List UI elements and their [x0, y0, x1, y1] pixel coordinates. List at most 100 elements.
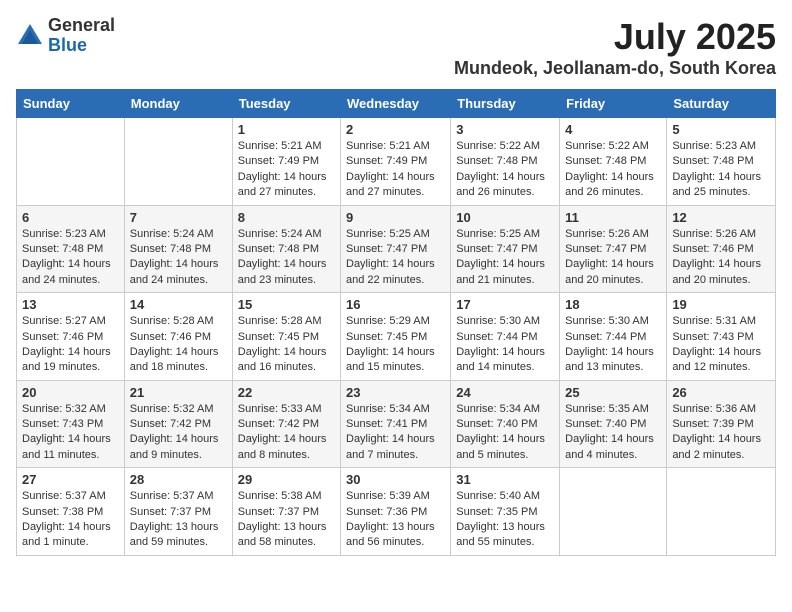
day-detail: Sunrise: 5:29 AMSunset: 7:45 PMDaylight:…	[346, 314, 445, 376]
day-detail: Sunrise: 5:37 AMSunset: 7:38 PMDaylight:…	[22, 489, 119, 551]
day-number: 30	[346, 472, 445, 487]
day-detail: Sunrise: 5:34 AMSunset: 7:41 PMDaylight:…	[346, 402, 445, 464]
day-detail: Sunrise: 5:40 AMSunset: 7:35 PMDaylight:…	[456, 489, 554, 551]
title-block: July 2025 Mundeok, Jeollanam-do, South K…	[454, 16, 776, 79]
logo-general: General	[48, 16, 115, 36]
calendar-cell: 11Sunrise: 5:26 AMSunset: 7:47 PMDayligh…	[560, 205, 667, 293]
calendar-cell: 6Sunrise: 5:23 AMSunset: 7:48 PMDaylight…	[17, 205, 125, 293]
day-detail: Sunrise: 5:38 AMSunset: 7:37 PMDaylight:…	[238, 489, 335, 551]
day-number: 12	[672, 210, 770, 225]
calendar-cell	[667, 468, 776, 556]
calendar-cell: 5 Sunrise: 5:23 AMSunset: 7:48 PMDaylight…	[667, 118, 776, 206]
day-number: 31	[456, 472, 554, 487]
day-detail: Sunrise: 5:22 AMSunset: 7:48 PMDaylight:…	[565, 139, 661, 201]
calendar-header-row: SundayMondayTuesdayWednesdayThursdayFrid…	[17, 90, 776, 118]
day-detail: Sunrise: 5:32 AMSunset: 7:42 PMDaylight:…	[130, 402, 227, 464]
day-detail: Sunrise: 5:31 AMSunset: 7:43 PMDaylight:…	[672, 314, 770, 376]
day-detail: Sunrise: 5:36 AMSunset: 7:39 PMDaylight:…	[672, 402, 770, 464]
calendar-cell	[17, 118, 125, 206]
day-number: 3	[456, 122, 554, 137]
weekday-header: Thursday	[451, 90, 560, 118]
day-detail: Sunrise: 5:39 AMSunset: 7:36 PMDaylight:…	[346, 489, 445, 551]
day-number: 19	[672, 297, 770, 312]
day-detail: Sunrise: 5:30 AMSunset: 7:44 PMDaylight:…	[565, 314, 661, 376]
day-number: 20	[22, 385, 119, 400]
day-number: 2	[346, 122, 445, 137]
day-number: 22	[238, 385, 335, 400]
calendar-cell: 1Sunrise: 5:21 AMSunset: 7:49 PMDaylight…	[232, 118, 340, 206]
calendar-cell: 2 Sunrise: 5:21 AMSunset: 7:49 PMDaylight…	[341, 118, 451, 206]
day-number: 8	[238, 210, 335, 225]
day-number: 14	[130, 297, 227, 312]
weekday-header: Friday	[560, 90, 667, 118]
day-number: 23	[346, 385, 445, 400]
day-detail: Sunrise: 5:27 AMSunset: 7:46 PMDaylight:…	[22, 314, 119, 376]
calendar-cell: 21Sunrise: 5:32 AMSunset: 7:42 PMDayligh…	[124, 380, 232, 468]
day-number: 6	[22, 210, 119, 225]
month-title: July 2025	[454, 16, 776, 58]
logo-blue: Blue	[48, 36, 115, 56]
day-detail: Sunrise: 5:34 AMSunset: 7:40 PMDaylight:…	[456, 402, 554, 464]
calendar-cell: 30 Sunrise: 5:39 AMSunset: 7:36 PMDayligh…	[341, 468, 451, 556]
day-detail: Sunrise: 5:30 AMSunset: 7:44 PMDaylight:…	[456, 314, 554, 376]
calendar-cell: 14 Sunrise: 5:28 AMSunset: 7:46 PMDayligh…	[124, 293, 232, 381]
day-detail: Sunrise: 5:23 AMSunset: 7:48 PMDaylight:…	[672, 139, 770, 201]
weekday-header: Saturday	[667, 90, 776, 118]
day-detail: Sunrise: 5:21 AMSunset: 7:49 PMDaylight:…	[346, 139, 445, 201]
day-number: 15	[238, 297, 335, 312]
calendar-cell: 8Sunrise: 5:24 AMSunset: 7:48 PMDaylight…	[232, 205, 340, 293]
calendar-cell: 7Sunrise: 5:24 AMSunset: 7:48 PMDaylight…	[124, 205, 232, 293]
day-number: 24	[456, 385, 554, 400]
calendar-cell: 12 Sunrise: 5:26 AMSunset: 7:46 PMDayligh…	[667, 205, 776, 293]
calendar-week-row: 13 Sunrise: 5:27 AMSunset: 7:46 PMDayligh…	[17, 293, 776, 381]
calendar-cell	[560, 468, 667, 556]
calendar-cell: 20 Sunrise: 5:32 AMSunset: 7:43 PMDayligh…	[17, 380, 125, 468]
calendar-week-row: 1Sunrise: 5:21 AMSunset: 7:49 PMDaylight…	[17, 118, 776, 206]
day-detail: Sunrise: 5:33 AMSunset: 7:42 PMDaylight:…	[238, 402, 335, 464]
day-detail: Sunrise: 5:35 AMSunset: 7:40 PMDaylight:…	[565, 402, 661, 464]
day-detail: Sunrise: 5:26 AMSunset: 7:46 PMDaylight:…	[672, 227, 770, 289]
page-header: General Blue July 2025 Mundeok, Jeollana…	[16, 16, 776, 79]
calendar-cell: 23 Sunrise: 5:34 AMSunset: 7:41 PMDayligh…	[341, 380, 451, 468]
day-detail: Sunrise: 5:32 AMSunset: 7:43 PMDaylight:…	[22, 402, 119, 464]
day-number: 28	[130, 472, 227, 487]
calendar-cell: 9 Sunrise: 5:25 AMSunset: 7:47 PMDaylight…	[341, 205, 451, 293]
day-number: 13	[22, 297, 119, 312]
calendar-cell: 28Sunrise: 5:37 AMSunset: 7:37 PMDayligh…	[124, 468, 232, 556]
day-number: 25	[565, 385, 661, 400]
day-detail: Sunrise: 5:28 AMSunset: 7:46 PMDaylight:…	[130, 314, 227, 376]
day-detail: Sunrise: 5:25 AMSunset: 7:47 PMDaylight:…	[346, 227, 445, 289]
calendar-cell: 3Sunrise: 5:22 AMSunset: 7:48 PMDaylight…	[451, 118, 560, 206]
calendar-cell: 22 Sunrise: 5:33 AMSunset: 7:42 PMDayligh…	[232, 380, 340, 468]
logo-text: General Blue	[48, 16, 115, 56]
calendar-cell: 31 Sunrise: 5:40 AMSunset: 7:35 PMDayligh…	[451, 468, 560, 556]
calendar-cell: 27Sunrise: 5:37 AMSunset: 7:38 PMDayligh…	[17, 468, 125, 556]
calendar-cell: 25 Sunrise: 5:35 AMSunset: 7:40 PMDayligh…	[560, 380, 667, 468]
day-detail: Sunrise: 5:26 AMSunset: 7:47 PMDaylight:…	[565, 227, 661, 289]
calendar-cell: 18 Sunrise: 5:30 AMSunset: 7:44 PMDayligh…	[560, 293, 667, 381]
calendar-table: SundayMondayTuesdayWednesdayThursdayFrid…	[16, 89, 776, 556]
day-detail: Sunrise: 5:21 AMSunset: 7:49 PMDaylight:…	[238, 139, 335, 201]
day-number: 4	[565, 122, 661, 137]
calendar-cell: 17 Sunrise: 5:30 AMSunset: 7:44 PMDayligh…	[451, 293, 560, 381]
day-number: 26	[672, 385, 770, 400]
calendar-cell: 16Sunrise: 5:29 AMSunset: 7:45 PMDayligh…	[341, 293, 451, 381]
calendar-week-row: 27Sunrise: 5:37 AMSunset: 7:38 PMDayligh…	[17, 468, 776, 556]
day-number: 5	[672, 122, 770, 137]
location-title: Mundeok, Jeollanam-do, South Korea	[454, 58, 776, 79]
day-number: 7	[130, 210, 227, 225]
weekday-header: Tuesday	[232, 90, 340, 118]
weekday-header: Monday	[124, 90, 232, 118]
day-number: 17	[456, 297, 554, 312]
day-number: 18	[565, 297, 661, 312]
day-number: 10	[456, 210, 554, 225]
calendar-week-row: 6Sunrise: 5:23 AMSunset: 7:48 PMDaylight…	[17, 205, 776, 293]
day-detail: Sunrise: 5:28 AMSunset: 7:45 PMDaylight:…	[238, 314, 335, 376]
day-number: 9	[346, 210, 445, 225]
calendar-cell: 29Sunrise: 5:38 AMSunset: 7:37 PMDayligh…	[232, 468, 340, 556]
calendar-cell: 13 Sunrise: 5:27 AMSunset: 7:46 PMDayligh…	[17, 293, 125, 381]
calendar-cell: 10Sunrise: 5:25 AMSunset: 7:47 PMDayligh…	[451, 205, 560, 293]
weekday-header: Wednesday	[341, 90, 451, 118]
logo-icon	[16, 22, 44, 50]
calendar-cell: 26 Sunrise: 5:36 AMSunset: 7:39 PMDayligh…	[667, 380, 776, 468]
